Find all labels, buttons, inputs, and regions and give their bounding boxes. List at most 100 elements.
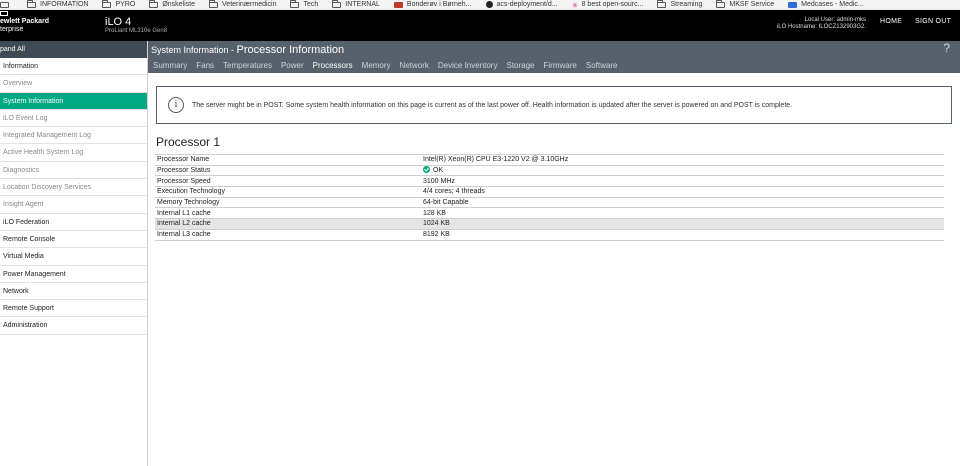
bookmark-label: Veterinærmedicin: [222, 1, 277, 8]
sign-out-link[interactable]: SIGN OUT: [915, 18, 951, 25]
alert-message: The server might be in POST. Some system…: [192, 101, 793, 109]
row-value: 128 KB: [419, 207, 944, 220]
bookmark-item[interactable]: Medcases - Medic...: [788, 0, 864, 9]
bookmark-item[interactable]: Veterinærmedicin: [209, 0, 276, 9]
bookmark-item[interactable]: Ønskeliste: [149, 0, 195, 9]
tab-device-inventory[interactable]: Device Inventory: [438, 61, 498, 70]
row-label: Memory Technology: [155, 197, 419, 209]
bookmark-label: INTERNAL: [345, 1, 380, 8]
breadcrumb: System Information - Processor Informati…: [151, 44, 344, 56]
tab-firmware[interactable]: Firmware: [544, 61, 577, 70]
home-link[interactable]: HOME: [880, 18, 902, 25]
row-value: OK: [419, 165, 944, 177]
sidebar-item-ilo-federation[interactable]: iLO Federation: [0, 214, 147, 231]
sidebar-item-ilo-event-log[interactable]: iLO Event Log: [0, 110, 147, 128]
row-value-text: 128 KB: [423, 209, 446, 217]
row-value: 1024 KB: [419, 218, 944, 230]
row-value: 64-bit Capable: [419, 197, 944, 209]
tab-network[interactable]: Network: [400, 61, 429, 70]
bookmark-item[interactable]: INFORMATION: [27, 0, 88, 9]
hpe-logo: ewlett Packard terprise: [0, 11, 50, 34]
table-row: Execution Technology 4/4 cores; 4 threads: [155, 186, 944, 198]
row-value: 4/4 cores; 4 threads: [419, 186, 944, 198]
row-value-text: 1024 KB: [423, 220, 450, 228]
bookmark-item[interactable]: ✳ 8 best open-sourc...: [572, 0, 644, 9]
tab-summary[interactable]: Summary: [153, 61, 187, 70]
tab-software[interactable]: Software: [586, 61, 618, 70]
sidebar-item-information[interactable]: Information: [0, 58, 147, 76]
table-row: Internal L3 cache 8192 KB: [155, 229, 944, 241]
row-value: Intel(R) Xeon(R) CPU E3-1220 V2 @ 3.10GH…: [419, 154, 944, 166]
bookmark-label: INFORMATION: [40, 1, 89, 8]
sidebar-item-virtual-media[interactable]: Virtual Media: [0, 248, 147, 266]
bookmark-label: 8 best open-sourc...: [581, 1, 644, 8]
brand-line1: ewlett Packard: [0, 18, 50, 25]
table-row: Processor Status OK: [155, 165, 944, 177]
server-model: ProLiant ML310e Gen8: [105, 28, 168, 34]
status-ok-icon: [423, 165, 430, 173]
sidebar-item-insight-agent[interactable]: Insight Agent: [0, 196, 147, 214]
sidebar-item-system-information[interactable]: System Information: [0, 92, 147, 110]
product-info: iLO 4 ProLiant ML310e Gen8: [105, 16, 167, 35]
sidebar-item-power-management[interactable]: Power Management: [0, 266, 147, 283]
processor-title: Processor 1: [156, 135, 221, 149]
page-title: Processor Information: [236, 44, 345, 56]
row-value-text: OK: [433, 167, 444, 175]
post-info-alert: i The server might be in POST. Some syst…: [156, 86, 952, 124]
sidebar-item-overview[interactable]: Overview: [0, 75, 147, 93]
folder-icon: [332, 0, 342, 8]
tab-bar: Summary Fans Temperatures Power Processors Me…: [153, 61, 626, 70]
help-icon[interactable]: ?: [943, 41, 950, 55]
bookmark-label: acs-deployment/d...: [496, 1, 558, 8]
sidebar-item-remote-support[interactable]: Remote Support: [0, 300, 147, 318]
folder-icon: [290, 0, 300, 8]
bookmark-item[interactable]: MKSF Service: [716, 0, 774, 9]
bookmark-item[interactable]: PYRO: [102, 0, 135, 9]
processor-info-table: Processor Name Intel(R) Xeon(R) CPU E3-12…: [155, 154, 944, 241]
bookmark-item[interactable]: [0, 1, 13, 8]
github-icon: [485, 1, 493, 8]
tab-fans[interactable]: Fans: [196, 61, 214, 70]
ilo-hostname: iLO Hostname: ILOCZ132903G2.: [776, 24, 866, 30]
tab-processors[interactable]: Processors: [313, 61, 353, 70]
tab-temperatures[interactable]: Temperatures: [223, 61, 272, 70]
row-value-text: Intel(R) Xeon(R) CPU E3-1220 V2 @ 3.10GH…: [423, 156, 569, 164]
sidebar-item-network[interactable]: Network: [0, 283, 147, 301]
bookmark-label: Streaming: [670, 1, 703, 8]
table-row: Memory Technology 64-bit Capable: [155, 197, 944, 209]
bookmark-item[interactable]: Streaming: [657, 0, 702, 9]
hpe-logo-rect-icon: [0, 11, 8, 16]
tab-storage[interactable]: Storage: [506, 61, 534, 70]
nav-list: Information Overview System Information iLO…: [0, 58, 147, 335]
sidebar-item-remote-console[interactable]: Remote Console: [0, 231, 147, 249]
sidebar-item-diagnostics[interactable]: Diagnostics: [0, 162, 147, 180]
info-icon: i: [168, 97, 184, 113]
sidebar-item-integrated-management-log[interactable]: Integrated Management Log: [0, 127, 147, 145]
sidebar-item-administration[interactable]: Administration: [0, 317, 147, 335]
expand-all-button[interactable]: pand All: [0, 41, 147, 58]
sidebar-item-active-health-system-log[interactable]: Active Health System Log: [0, 144, 147, 162]
row-value-text: 3100 MHz: [423, 177, 455, 185]
row-label: Internal L3 cache: [155, 229, 419, 241]
bookmark-label: PYRO: [115, 1, 136, 8]
bookmark-item[interactable]: INTERNAL: [332, 0, 380, 9]
bookmark-label: MKSF Service: [729, 1, 775, 8]
bookmark-item[interactable]: acs-deployment/d...: [485, 0, 558, 9]
bookmark-item[interactable]: Tech: [290, 0, 318, 9]
bookmark-item[interactable]: Bonderøv i Børneh...: [393, 0, 472, 9]
app-header: ewlett Packard terprise iLO 4 ProLiant M…: [0, 10, 960, 41]
row-label: Processor Status: [155, 165, 419, 177]
tab-power[interactable]: Power: [281, 61, 304, 70]
tab-memory[interactable]: Memory: [362, 61, 391, 70]
folder-icon: [149, 0, 159, 8]
row-label: Internal L1 cache: [155, 207, 419, 220]
row-value-text: 4/4 cores; 4 threads: [423, 188, 485, 196]
sidebar-item-location-discovery-services[interactable]: Location Discovery Services: [0, 179, 147, 197]
red-site-icon: [393, 1, 403, 8]
row-label: Processor Speed: [155, 175, 419, 188]
bookmark-label: Ønskeliste: [162, 1, 196, 8]
product-name: iLO 4: [105, 16, 132, 28]
row-value-text: 8192 KB: [423, 231, 450, 239]
bookmark-label: Bonderøv i Børneh...: [406, 1, 472, 8]
folder-icon: [657, 0, 667, 8]
